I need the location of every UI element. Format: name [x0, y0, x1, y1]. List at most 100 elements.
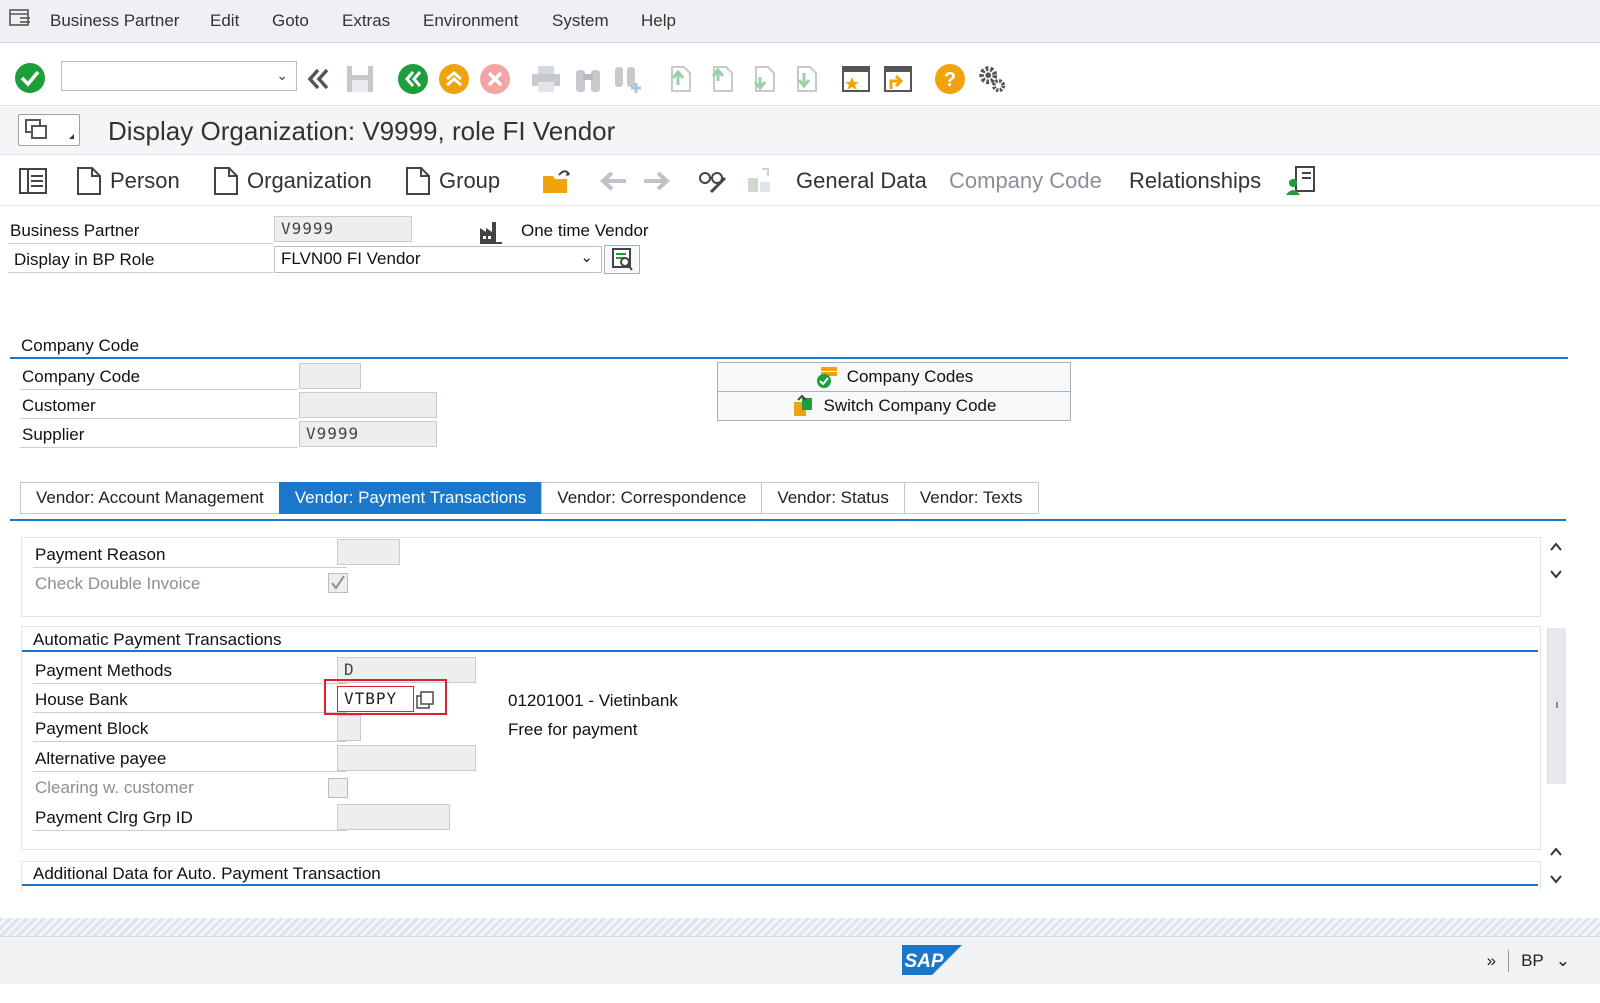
- menu-goto[interactable]: Goto: [272, 11, 309, 31]
- payment-reason-label: Payment Reason: [35, 545, 166, 564]
- tab-correspondence[interactable]: Vendor: Correspondence: [541, 482, 762, 514]
- switch-company-code-button[interactable]: Switch Company Code: [717, 391, 1071, 421]
- payment-reason-field[interactable]: [337, 539, 400, 565]
- clearing-customer-label: Clearing w. customer: [35, 778, 194, 797]
- arrow-right-icon: [644, 171, 671, 191]
- previous-bp-button[interactable]: [598, 166, 628, 196]
- print-icon[interactable]: [530, 63, 562, 95]
- value-help-icon[interactable]: [415, 690, 435, 710]
- tab-texts[interactable]: Vendor: Texts: [903, 482, 1039, 514]
- display-change-button[interactable]: [697, 166, 729, 196]
- menu-help[interactable]: Help: [641, 11, 676, 31]
- menu-environment[interactable]: Environment: [423, 11, 518, 31]
- first-page-icon[interactable]: [664, 63, 696, 95]
- help-icon[interactable]: ?: [934, 63, 966, 95]
- status-bar: SAP » BP ⌄: [0, 936, 1600, 984]
- toggle-locator-button[interactable]: [18, 166, 48, 196]
- divider: [33, 771, 347, 772]
- scroll-grip: [1556, 702, 1558, 708]
- switch-icon: [793, 394, 812, 416]
- checkmark-icon: [331, 575, 345, 590]
- clearing-customer-checkbox[interactable]: [328, 778, 348, 798]
- where-used-button[interactable]: [744, 166, 774, 196]
- scroll-down-icon[interactable]: [1549, 567, 1563, 581]
- company-code-button[interactable]: Company Code: [949, 166, 1102, 196]
- alternative-payee-field[interactable]: [337, 745, 476, 771]
- general-data-button[interactable]: General Data: [796, 166, 927, 196]
- command-field[interactable]: ⌄: [61, 61, 297, 91]
- customer-field[interactable]: [299, 392, 437, 418]
- title-bar: Display Organization: V9999, role FI Ven…: [0, 107, 1600, 155]
- alternative-payee-label: Alternative payee: [35, 749, 167, 768]
- chevron-down-icon[interactable]: ⌄: [1556, 951, 1570, 971]
- create-group-button[interactable]: Group: [405, 166, 500, 196]
- payment-block-description: Free for payment: [508, 720, 638, 739]
- role-dropdown[interactable]: FLVN00 FI Vendor ⌄: [274, 246, 602, 273]
- relationships-button[interactable]: Relationships: [1129, 166, 1261, 196]
- glasses-pencil-icon: [699, 172, 727, 194]
- cancel-icon[interactable]: [479, 63, 511, 95]
- bp-label: Business Partner: [10, 221, 140, 240]
- hierarchy-icon: [748, 168, 770, 192]
- tab-strip: Vendor: Account Management Vendor: Payme…: [20, 482, 1039, 514]
- chevron-down-icon[interactable]: ⌄: [276, 67, 288, 84]
- menu-edit[interactable]: Edit: [210, 11, 239, 31]
- create-person-button[interactable]: Person: [76, 166, 180, 196]
- payment-clrg-grp-field[interactable]: [337, 804, 450, 830]
- check-double-invoice-checkbox[interactable]: [328, 573, 348, 593]
- house-bank-field[interactable]: VTBPY: [337, 686, 414, 712]
- find-icon[interactable]: [572, 63, 604, 95]
- next-page-icon[interactable]: [748, 63, 780, 95]
- last-page-icon[interactable]: [790, 63, 822, 95]
- arrow-left-icon: [599, 171, 626, 191]
- settings-icon[interactable]: [976, 63, 1008, 95]
- document-icon: [406, 167, 430, 195]
- chevron-down-icon[interactable]: ⌄: [580, 248, 593, 266]
- partner-overview-button[interactable]: [1284, 166, 1316, 196]
- relationships-label: Relationships: [1129, 168, 1262, 193]
- expand-status-icon[interactable]: »: [1487, 951, 1496, 971]
- menu-business-partner[interactable]: Business Partner: [50, 11, 179, 31]
- save-icon[interactable]: [344, 63, 376, 95]
- supplier-field[interactable]: V9999: [299, 421, 437, 447]
- exit-icon[interactable]: [438, 63, 470, 95]
- footer-pattern: [0, 918, 1600, 936]
- company-code-field[interactable]: [299, 363, 361, 389]
- scroll-down-icon[interactable]: [1549, 872, 1563, 886]
- open-folder-icon: [543, 170, 570, 193]
- detail-icon: [612, 248, 633, 271]
- back-icon[interactable]: [397, 63, 429, 95]
- new-session-icon[interactable]: [840, 63, 872, 95]
- tab-status[interactable]: Vendor: Status: [761, 482, 904, 514]
- vertical-scrollbar-thumb[interactable]: [1547, 628, 1566, 784]
- company-code-label: Company Code: [22, 367, 141, 386]
- payment-block-field[interactable]: [337, 715, 361, 741]
- find-next-icon[interactable]: [612, 63, 644, 95]
- role-detail-button[interactable]: [604, 245, 640, 274]
- divider: [1508, 950, 1510, 972]
- create-organization-button[interactable]: Organization: [213, 166, 372, 196]
- role-label: Display in BP Role: [14, 250, 155, 269]
- menu-icon[interactable]: [9, 8, 31, 28]
- tab-payment-transactions[interactable]: Vendor: Payment Transactions: [278, 482, 542, 514]
- company-codes-button[interactable]: Company Codes: [717, 362, 1071, 392]
- screen-selection-button[interactable]: [18, 114, 80, 146]
- open-bp-button[interactable]: [541, 166, 573, 196]
- payment-block-label: Payment Block: [35, 719, 149, 738]
- divider: [33, 567, 347, 568]
- menu-extras[interactable]: Extras: [342, 11, 390, 31]
- bp-field[interactable]: V9999: [274, 216, 412, 242]
- check-double-invoice-label: Check Double Invoice: [35, 574, 201, 593]
- scroll-up-icon[interactable]: [1549, 540, 1563, 554]
- next-bp-button[interactable]: [642, 166, 672, 196]
- previous-page-icon[interactable]: [706, 63, 738, 95]
- scroll-up-icon[interactable]: [1549, 845, 1563, 859]
- organization-label: Organization: [247, 168, 372, 193]
- shortcut-icon[interactable]: [882, 63, 914, 95]
- menu-system[interactable]: System: [552, 11, 609, 31]
- bp-description: One time Vendor: [521, 221, 649, 240]
- back-double-icon[interactable]: [302, 63, 334, 95]
- tab-account-management[interactable]: Vendor: Account Management: [20, 482, 279, 514]
- enter-icon[interactable]: [14, 62, 46, 94]
- company-code-section-title: Company Code: [21, 336, 140, 355]
